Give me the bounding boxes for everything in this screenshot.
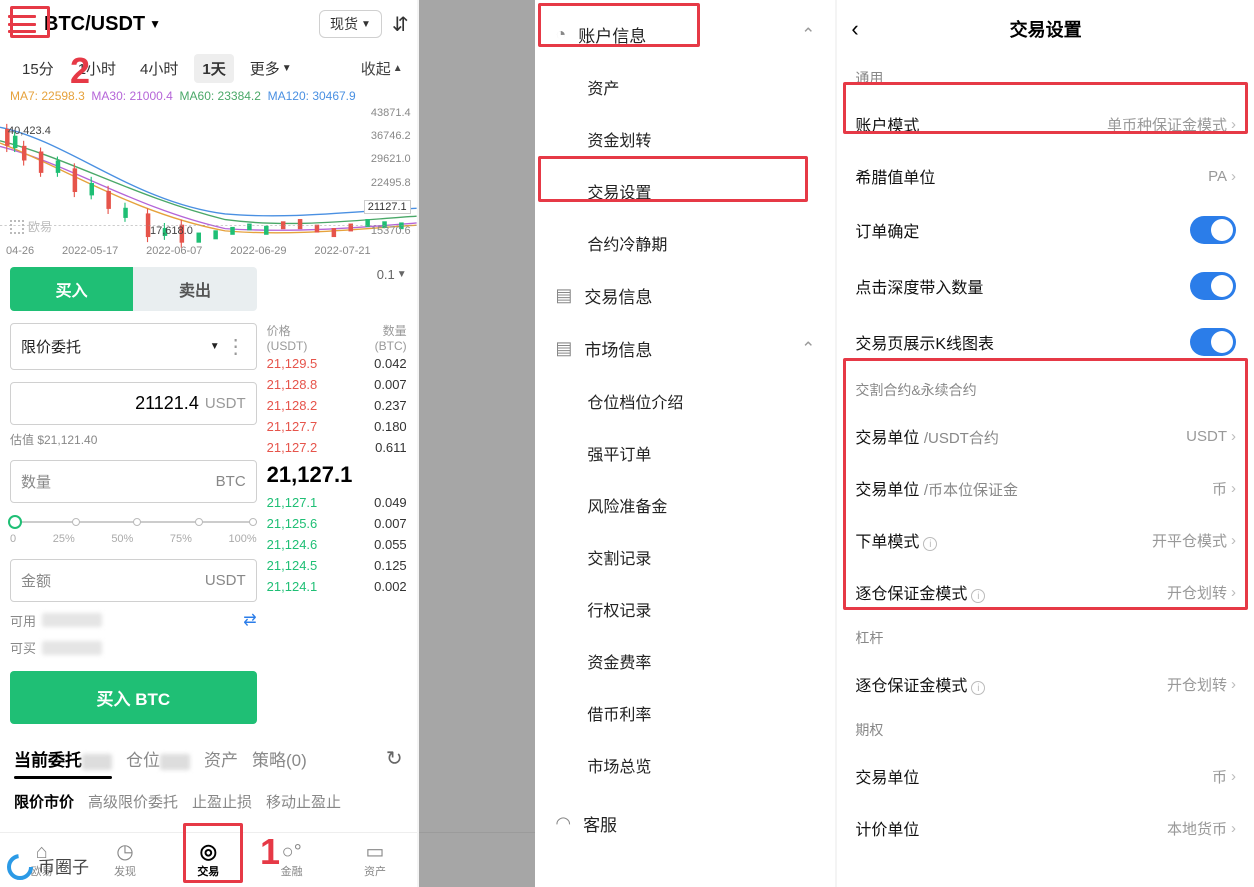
- tf-1d[interactable]: 1天: [194, 54, 233, 83]
- chart-y-axis: 43871.436746.229621.0 22495.8 21127.1 15…: [364, 107, 411, 237]
- section-market-info[interactable]: ▤市场信息⌃: [535, 322, 835, 375]
- amount-input[interactable]: 金额USDT: [10, 559, 257, 602]
- svg-text:币圈子: 币圈子: [38, 858, 89, 877]
- titlebar: ‹ 交易设置: [837, 0, 1254, 58]
- tf-4h[interactable]: 4小时: [132, 54, 186, 83]
- row-options-unit[interactable]: 交易单位币›: [837, 750, 1254, 802]
- menu-funding[interactable]: 资金费率: [535, 635, 835, 687]
- history-icon[interactable]: ↻: [386, 746, 403, 771]
- timeframe-row: 15分 1小时 4小时 1天 更多▼ 收起▲: [0, 48, 417, 89]
- wallet-icon: ▭: [333, 841, 416, 863]
- chevron-right-icon: ›: [1231, 768, 1236, 785]
- estimate-label: 估值 $21,121.40: [10, 431, 257, 448]
- toggle-show-kline[interactable]: [1190, 328, 1236, 356]
- row-depth-click: 点击深度带入数量: [837, 258, 1254, 314]
- chevron-right-icon: ›: [1231, 820, 1236, 837]
- menu-borrow-rate[interactable]: 借币利率: [535, 687, 835, 739]
- side-drawer: ◔账户信息⌃ 资产 资金划转 交易设置 合约冷静期 ▤交易信息 ▤市场信息⌃ 仓…: [535, 0, 835, 887]
- orders-tabs: 当前委托 仓位 资产 策略(0) ↻: [0, 734, 417, 783]
- canbuy-value: [42, 641, 102, 655]
- menu-support[interactable]: ◠客服: [535, 791, 835, 850]
- price-input[interactable]: 21121.4USDT: [10, 382, 257, 425]
- row-isolated-margin-lev[interactable]: 逐仓保证金模式i开仓划转›: [837, 658, 1254, 710]
- tab-assets[interactable]: 资产: [204, 746, 238, 771]
- price-chart[interactable]: 40,423.4 17,618.0 43871.436746.229621.0 …: [0, 107, 417, 257]
- annotation-1: 1: [260, 831, 280, 873]
- transfer-icon[interactable]: ⇄: [243, 610, 256, 630]
- row-greek-unit[interactable]: 希腊值单位PA›: [837, 150, 1254, 202]
- menu-liquidation[interactable]: 强平订单: [535, 427, 835, 479]
- slider-labels: 025%50%75%100%: [10, 533, 257, 545]
- chevron-up-icon: ⌃: [801, 339, 815, 359]
- group-leverage: 杠杆: [837, 618, 1254, 658]
- nav-assets[interactable]: ▭资产: [333, 833, 416, 887]
- chevron-up-icon: ⌃: [801, 25, 815, 45]
- market-icon: ▤: [555, 338, 572, 359]
- toggle-order-confirm[interactable]: [1190, 216, 1236, 244]
- trade-screen: 2 BTC/USDT▼ 现货▼ ⇵ 15分 1小时 4小时 1天 更多▼ 收起▲…: [0, 0, 417, 887]
- chevron-right-icon: ›: [1231, 168, 1236, 185]
- order-type-dropdown[interactable]: 限价委托 ▼⋮: [10, 323, 257, 370]
- chevron-right-icon: ›: [1231, 676, 1236, 693]
- topbar: BTC/USDT▼ 现货▼ ⇵: [0, 0, 417, 48]
- canbuy-label: 可买: [10, 638, 36, 657]
- back-icon[interactable]: ‹: [851, 16, 858, 42]
- subtab-tpsl[interactable]: 止盈止损: [192, 791, 252, 812]
- order-options-icon[interactable]: ⋮: [226, 334, 246, 359]
- info-icon[interactable]: i: [971, 681, 985, 695]
- qty-slider[interactable]: [10, 517, 257, 527]
- menu-tiers[interactable]: 仓位档位介绍: [535, 375, 835, 427]
- submit-buy-button[interactable]: 买入 BTC: [10, 671, 257, 724]
- tf-collapse[interactable]: 收起▲: [361, 58, 403, 79]
- doc-icon: ▤: [555, 285, 572, 306]
- group-options: 期权: [837, 710, 1254, 750]
- spot-dropdown[interactable]: 现货▼: [319, 10, 382, 38]
- subtab-advanced[interactable]: 高级限价委托: [88, 791, 178, 812]
- pair-selector[interactable]: BTC/USDT▼: [44, 13, 161, 36]
- tab-strategy[interactable]: 策略(0): [252, 746, 307, 771]
- menu-market-overview[interactable]: 市场总览: [535, 739, 835, 791]
- chart-low-label: 17,618.0: [150, 225, 193, 237]
- orderbook-mid: 21,127.1: [267, 458, 407, 492]
- available-label: 可用: [10, 611, 36, 630]
- available-value: [42, 613, 102, 627]
- ma-overlay-labels: MA7: 22598.3 MA30: 21000.4 MA60: 23384.2…: [0, 89, 417, 103]
- subtab-trailing[interactable]: 移动止盈止: [266, 791, 341, 812]
- orders-subtabs: 限价市价 高级限价委托 止盈止损 移动止盈止: [0, 783, 417, 820]
- menu-delivery[interactable]: 交割记录: [535, 531, 835, 583]
- menu-insurance[interactable]: 风险准备金: [535, 479, 835, 531]
- row-order-confirm: 订单确定: [837, 202, 1254, 258]
- watermark-logo: 币圈子: [6, 849, 96, 881]
- tab-open-orders[interactable]: 当前委托: [14, 746, 112, 771]
- annotation-2: 2: [70, 50, 90, 92]
- trade-screen-sidemenu: 现货▼ ⇵ 收起▲ 43871.436746.229621.0 22495.8 …: [419, 0, 836, 887]
- caret-down-icon: ▼: [149, 17, 161, 31]
- qty-input[interactable]: 数量BTC: [10, 460, 257, 503]
- tab-positions[interactable]: 仓位: [126, 746, 190, 771]
- menu-assets[interactable]: 资产: [535, 61, 835, 113]
- row-quote-unit[interactable]: 计价单位本地货币›: [837, 802, 1254, 854]
- orderbook[interactable]: 21,129.50.042 21,128.80.007 21,128.20.23…: [267, 353, 407, 597]
- page-title: 交易设置: [1010, 16, 1082, 42]
- candle-toggle-icon[interactable]: ⇵: [392, 12, 409, 37]
- chart-x-axis: 04-262022-05-172022-06-072022-06-292022-…: [0, 245, 377, 257]
- toggle-depth-click[interactable]: [1190, 272, 1236, 300]
- subtab-limit[interactable]: 限价市价: [14, 791, 74, 812]
- chart-high-label: 40,423.4: [8, 125, 51, 137]
- menu-exercise[interactable]: 行权记录: [535, 583, 835, 635]
- menu-cooldown[interactable]: 合约冷静期: [535, 217, 835, 269]
- chart-watermark: 欧易: [10, 218, 52, 235]
- orderbook-header: 价格(USDT) 数量(BTC): [267, 322, 407, 353]
- trade-settings-screen: ‹ 交易设置 通用 账户模式单币种保证金模式› 希腊值单位PA› 订单确定 点击…: [837, 0, 1254, 887]
- section-trade-info[interactable]: ▤交易信息: [535, 269, 835, 322]
- headset-icon: ◠: [555, 813, 571, 834]
- current-price-tag: 21127.1: [364, 200, 411, 214]
- tf-15m[interactable]: 15分: [14, 54, 62, 83]
- tf-more[interactable]: 更多▼: [242, 54, 300, 83]
